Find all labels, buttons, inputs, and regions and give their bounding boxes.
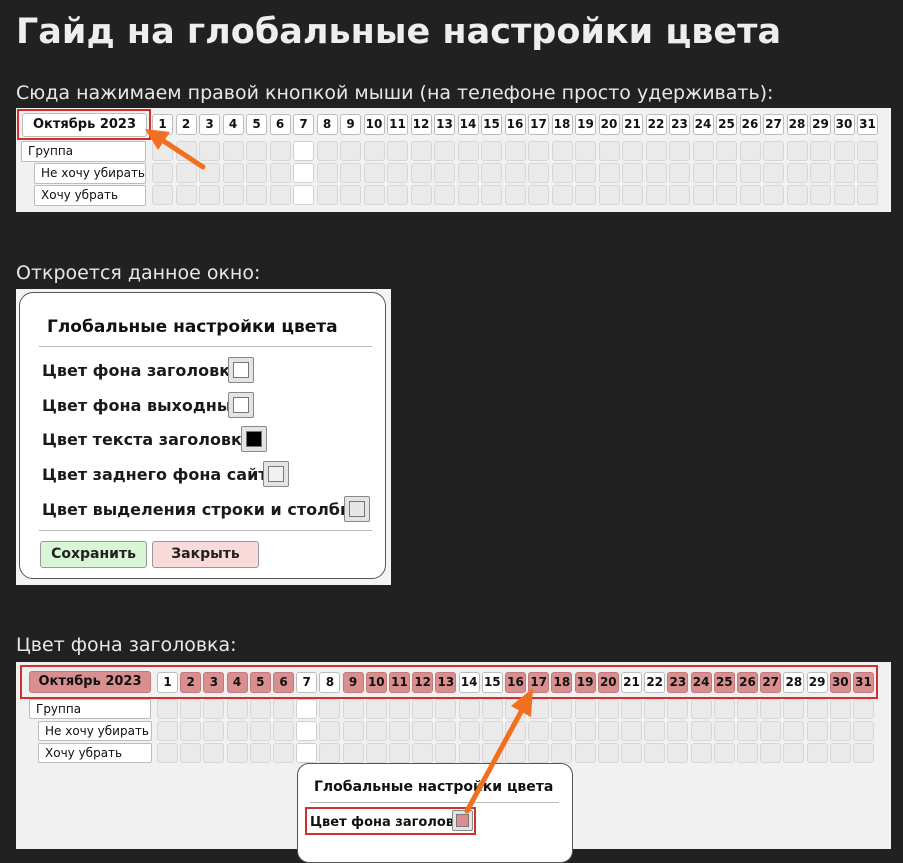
arrow-icon [464,688,533,814]
arrow-icon [145,129,206,170]
annotation-arrows [145,129,533,814]
